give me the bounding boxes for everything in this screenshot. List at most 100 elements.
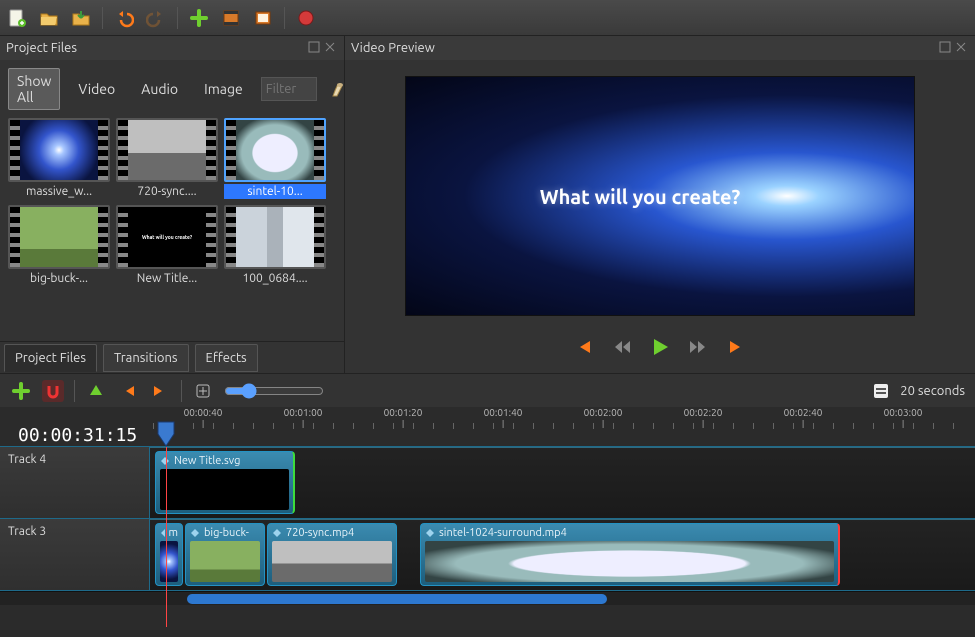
timeline-track[interactable]: Track 3 m big-buck- 720-sync.mp4 sintel-1024…	[0, 519, 975, 591]
project-file-item[interactable]: massive_w...	[8, 118, 110, 199]
ruler-tick: 00:01:20	[384, 407, 423, 428]
next-marker-button[interactable]	[149, 380, 171, 402]
preview-body: What will you create?	[345, 60, 975, 373]
clip-icon	[425, 528, 435, 538]
add-track-button[interactable]	[10, 380, 32, 402]
clip-title: 720-sync.mp4	[286, 527, 354, 539]
clip-title: sintel-1024-surround.mp4	[439, 527, 567, 539]
previous-marker-button[interactable]	[117, 380, 139, 402]
ruler-tick: 00:02:20	[684, 407, 723, 428]
main-toolbar	[0, 0, 975, 36]
timeline-scrollbar[interactable]	[0, 591, 975, 605]
pf-tab-audio[interactable]: Audio	[133, 77, 186, 101]
timeline-clip[interactable]: 720-sync.mp4	[267, 523, 397, 586]
playhead[interactable]	[157, 421, 175, 447]
clip-icon	[190, 528, 200, 538]
center-timeline-button[interactable]	[192, 380, 214, 402]
choose-profile-button[interactable]	[220, 7, 242, 29]
timeline-toolbar: 20 seconds	[0, 373, 975, 407]
toolbar-separator	[181, 380, 182, 402]
btab-transitions[interactable]: Transitions	[103, 344, 189, 372]
ruler-tick: 00:00:40	[184, 407, 223, 428]
filter-input[interactable]	[261, 77, 317, 101]
btab-effects[interactable]: Effects	[195, 344, 258, 372]
timeline-ruler[interactable]: 00:00:31:15 00:00:40 00:01:00 00:01:20 00:0…	[0, 407, 975, 447]
new-project-button[interactable]	[6, 7, 28, 29]
clip-icon	[160, 528, 165, 538]
pf-tab-video[interactable]: Video	[70, 77, 123, 101]
undock-icon[interactable]	[939, 41, 953, 55]
zoom-label: 20 seconds	[900, 384, 965, 398]
project-file-label: New Title...	[116, 271, 218, 286]
preview-overlay-text: What will you create?	[540, 185, 741, 208]
project-files-body: Show All Video Audio Image massive_w... 7…	[0, 60, 344, 341]
timeline-clip[interactable]: sintel-1024-surround.mp4	[420, 523, 840, 586]
app-window: Project Files Show All Video Audio Image…	[0, 0, 975, 637]
play-button[interactable]	[649, 336, 671, 358]
fullscreen-button[interactable]	[252, 7, 274, 29]
zoom-mode-button[interactable]	[870, 380, 892, 402]
project-files-bottom-tabs: Project Files Transitions Effects	[0, 341, 344, 373]
timeline-clip[interactable]: m	[155, 523, 183, 586]
project-file-item[interactable]: What will you create?New Title...	[116, 205, 218, 286]
clip-icon	[272, 528, 282, 538]
pf-tab-image[interactable]: Image	[196, 77, 251, 101]
project-file-item[interactable]: sintel-10...	[224, 118, 326, 199]
btab-project-files[interactable]: Project Files	[4, 344, 97, 372]
video-preview-panel: Video Preview What will you create?	[345, 36, 975, 373]
track-body[interactable]: m big-buck- 720-sync.mp4 sintel-1024-surrou…	[150, 519, 975, 590]
ruler-tick: 00:01:00	[284, 407, 323, 428]
project-files-grid: massive_w... 720-sync.... sintel-10... big-…	[8, 118, 336, 286]
fast-forward-button[interactable]	[687, 336, 709, 358]
video-preview-header: Video Preview	[345, 36, 975, 60]
toolbar-separator	[177, 7, 178, 29]
close-panel-icon[interactable]	[955, 41, 969, 55]
toolbar-separator	[102, 7, 103, 29]
video-preview-title: Video Preview	[351, 41, 435, 55]
clip-title: big-buck-	[204, 527, 249, 539]
add-marker-button[interactable]	[85, 380, 107, 402]
timeline-track[interactable]: Track 4 New Title.svg	[0, 447, 975, 519]
transport-controls	[573, 336, 747, 358]
timeline-timecode: 00:00:31:15	[18, 425, 137, 446]
close-panel-icon[interactable]	[324, 41, 338, 55]
preview-image: What will you create?	[406, 77, 914, 315]
toolbar-separator	[284, 7, 285, 29]
toolbar-separator	[74, 380, 75, 402]
timeline: 00:00:31:15 00:00:40 00:01:00 00:01:20 00:0…	[0, 407, 975, 637]
redo-button[interactable]	[145, 7, 167, 29]
preview-frame[interactable]: What will you create?	[405, 76, 915, 316]
project-files-filterbar: Show All Video Audio Image	[8, 68, 336, 110]
project-files-title: Project Files	[6, 41, 77, 55]
project-file-item[interactable]: 100_0684....	[224, 205, 326, 286]
project-file-item[interactable]: 720-sync....	[116, 118, 218, 199]
project-file-item[interactable]: big-buck-...	[8, 205, 110, 286]
timeline-clip[interactable]: New Title.svg	[155, 451, 295, 514]
undo-button[interactable]	[113, 7, 135, 29]
clip-title: m	[169, 527, 179, 539]
rewind-button[interactable]	[611, 336, 633, 358]
project-file-label: 100_0684....	[224, 271, 326, 286]
timeline-scrollbar-thumb[interactable]	[187, 594, 607, 604]
snapping-button[interactable]	[42, 380, 64, 402]
zoom-slider[interactable]	[224, 383, 324, 399]
tracks-container: Track 4 New Title.svg Track 3 m big-buck- 720…	[0, 447, 975, 591]
jump-start-button[interactable]	[573, 336, 595, 358]
save-project-button[interactable]	[70, 7, 92, 29]
clip-title: New Title.svg	[174, 455, 240, 467]
ruler-tick: 00:03:00	[884, 407, 923, 428]
jump-end-button[interactable]	[725, 336, 747, 358]
main-area: Project Files Show All Video Audio Image…	[0, 36, 975, 373]
undock-icon[interactable]	[308, 41, 322, 55]
timeline-clip[interactable]: big-buck-	[185, 523, 265, 586]
import-files-button[interactable]	[188, 7, 210, 29]
project-file-label: big-buck-...	[8, 271, 110, 286]
project-file-label: 720-sync....	[116, 184, 218, 199]
pf-tab-show-all[interactable]: Show All	[8, 68, 60, 110]
track-header[interactable]: Track 4	[0, 447, 150, 518]
track-header[interactable]: Track 3	[0, 519, 150, 590]
track-body[interactable]: New Title.svg	[150, 447, 975, 518]
export-video-button[interactable]	[295, 7, 317, 29]
clip-icon	[160, 456, 170, 466]
open-project-button[interactable]	[38, 7, 60, 29]
